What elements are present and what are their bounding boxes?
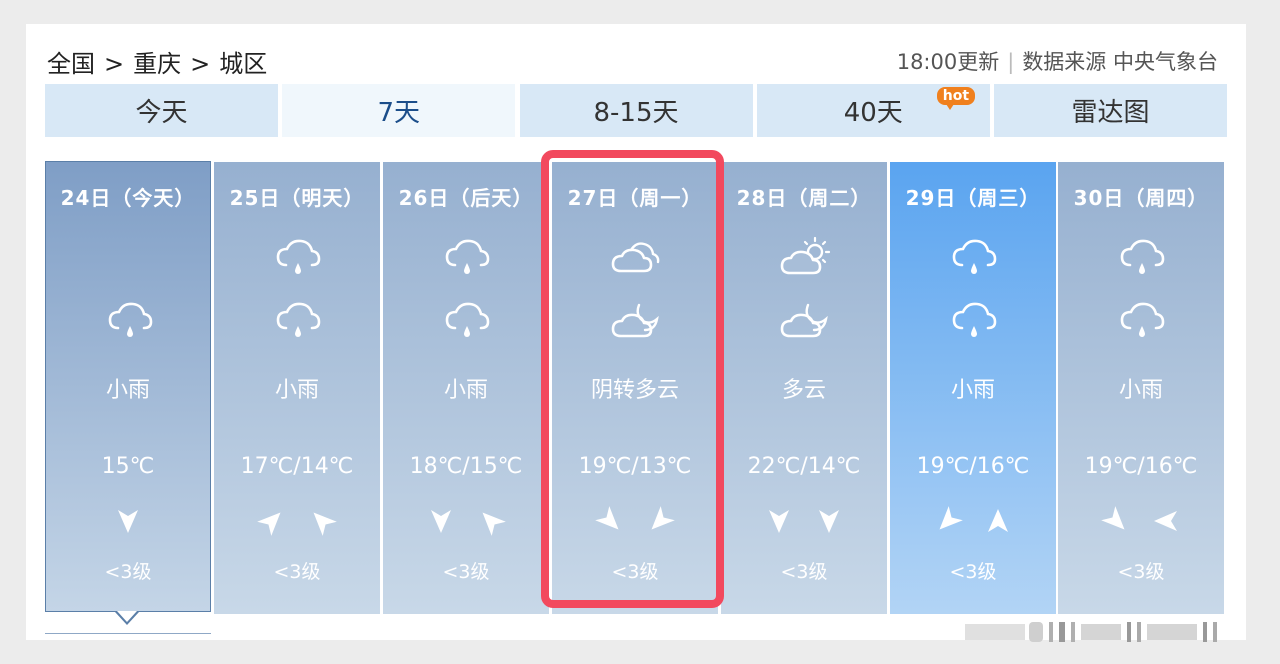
- tab-40-days-label: 40天: [843, 98, 903, 128]
- day-card[interactable]: 26日（后天） 小雨 18℃/15℃ <3级: [383, 162, 549, 614]
- breadcrumb-current: 城区: [219, 50, 268, 78]
- day-date: 28日（周二）: [736, 186, 872, 210]
- wind-level: <3级: [949, 561, 997, 583]
- wind-direction-row: [890, 506, 1056, 536]
- wind-arrow-up-icon: [988, 509, 1008, 532]
- forecast-tabs: 今天 7天 8-15天 40天 hot 雷达图: [45, 84, 1227, 137]
- temperature: 22℃/14℃: [747, 454, 861, 479]
- rain-icon: [276, 302, 321, 337]
- wind-direction-row: [721, 506, 887, 536]
- wind-arrow-down-icon: [431, 510, 451, 533]
- rain-icon: [1120, 302, 1165, 337]
- rain-icon: [108, 302, 153, 337]
- day-date: 29日（周三）: [905, 186, 1041, 210]
- wind-direction-row: [46, 506, 210, 536]
- breadcrumb-separator: >: [104, 50, 125, 78]
- weather-description: 小雨: [1118, 378, 1163, 403]
- selected-day-pointer: [115, 611, 139, 625]
- watermark-graphic: [965, 622, 1217, 642]
- wind-arrow-left-icon: [1154, 511, 1177, 531]
- breadcrumb: 全国 > 重庆 > 城区: [47, 44, 267, 79]
- temperature: 18℃/15℃: [409, 454, 523, 479]
- tab-8-15-days[interactable]: 8-15天: [519, 84, 753, 137]
- rain-icon: [276, 239, 321, 274]
- tab-today[interactable]: 今天: [45, 84, 278, 137]
- weather-description: 小雨: [274, 378, 319, 403]
- temperature: 19℃/16℃: [916, 454, 1030, 479]
- partly-cloudy-day-icon: [780, 236, 831, 275]
- day-date: 26日（后天）: [398, 186, 534, 210]
- temperature: 17℃/14℃: [240, 454, 354, 479]
- wind-direction-row: [214, 506, 380, 536]
- day-card[interactable]: 24日（今天） 小雨 15℃ <3级: [45, 161, 211, 612]
- update-time: 18:00更新: [896, 50, 1000, 74]
- wind-arrow-down-icon: [819, 510, 839, 533]
- day-card[interactable]: 25日（明天） 小雨 17℃/14℃ <3级: [214, 162, 380, 614]
- tab-radar[interactable]: 雷达图: [994, 84, 1227, 137]
- tab-40-days[interactable]: 40天 hot: [756, 84, 990, 137]
- rain-icon: [952, 302, 997, 337]
- selected-day-underline: [45, 633, 211, 640]
- wind-level: <3级: [1117, 561, 1165, 583]
- tab-7-days[interactable]: 7天: [282, 84, 516, 137]
- highlight-frame: [541, 150, 724, 608]
- wind-arrow-down-icon: [118, 510, 138, 533]
- day-date: 30日（周四）: [1073, 186, 1209, 210]
- breadcrumb-province[interactable]: 重庆: [133, 50, 181, 78]
- wind-arrow-northeast-icon: [257, 512, 281, 536]
- cloudy-night-icon: [780, 303, 828, 338]
- temperature: 15℃: [101, 454, 155, 479]
- rain-icon: [445, 239, 490, 274]
- weather-description: 小雨: [950, 378, 995, 403]
- wind-level: <3级: [104, 561, 152, 583]
- day-card[interactable]: 29日（周三） 小雨 19℃/16℃ <3级: [890, 162, 1056, 614]
- wind-level: <3级: [780, 561, 828, 583]
- rain-icon: [1120, 239, 1165, 274]
- wind-arrow-northwest-icon: [313, 512, 337, 536]
- day-card[interactable]: 28日（周二） 多云 22℃/14℃ <3级: [721, 162, 887, 614]
- weather-description: 小雨: [105, 378, 150, 403]
- wind-arrow-northwest-icon: [482, 512, 506, 536]
- rain-icon: [952, 239, 997, 274]
- wind-level: <3级: [442, 561, 490, 583]
- day-date: 25日（明天）: [229, 186, 365, 210]
- rain-icon: [445, 302, 490, 337]
- wind-arrow-southeast-icon: [1101, 506, 1125, 530]
- weather-description: 多云: [781, 378, 826, 403]
- wind-direction-row: [383, 506, 549, 536]
- wind-direction-row: [1058, 506, 1224, 536]
- day-card[interactable]: 30日（周四） 小雨 19℃/16℃ <3级: [1058, 162, 1224, 614]
- wind-arrow-down-icon: [769, 510, 789, 533]
- source-name: 中央气象台: [1113, 50, 1218, 74]
- hot-badge: hot: [936, 87, 976, 110]
- breadcrumb-separator: >: [190, 50, 211, 78]
- temperature: 19℃/16℃: [1084, 454, 1198, 479]
- divider: |: [1007, 50, 1015, 74]
- weather-description: 小雨: [443, 378, 488, 403]
- breadcrumb-country[interactable]: 全国: [47, 50, 95, 78]
- wind-level: <3级: [273, 561, 321, 583]
- wind-arrow-southwest-icon: [939, 506, 963, 530]
- day-date: 24日（今天）: [60, 186, 196, 210]
- source-label: 数据来源: [1022, 50, 1107, 74]
- update-info: 18:00更新 | 数据来源 中央气象台: [897, 46, 1218, 76]
